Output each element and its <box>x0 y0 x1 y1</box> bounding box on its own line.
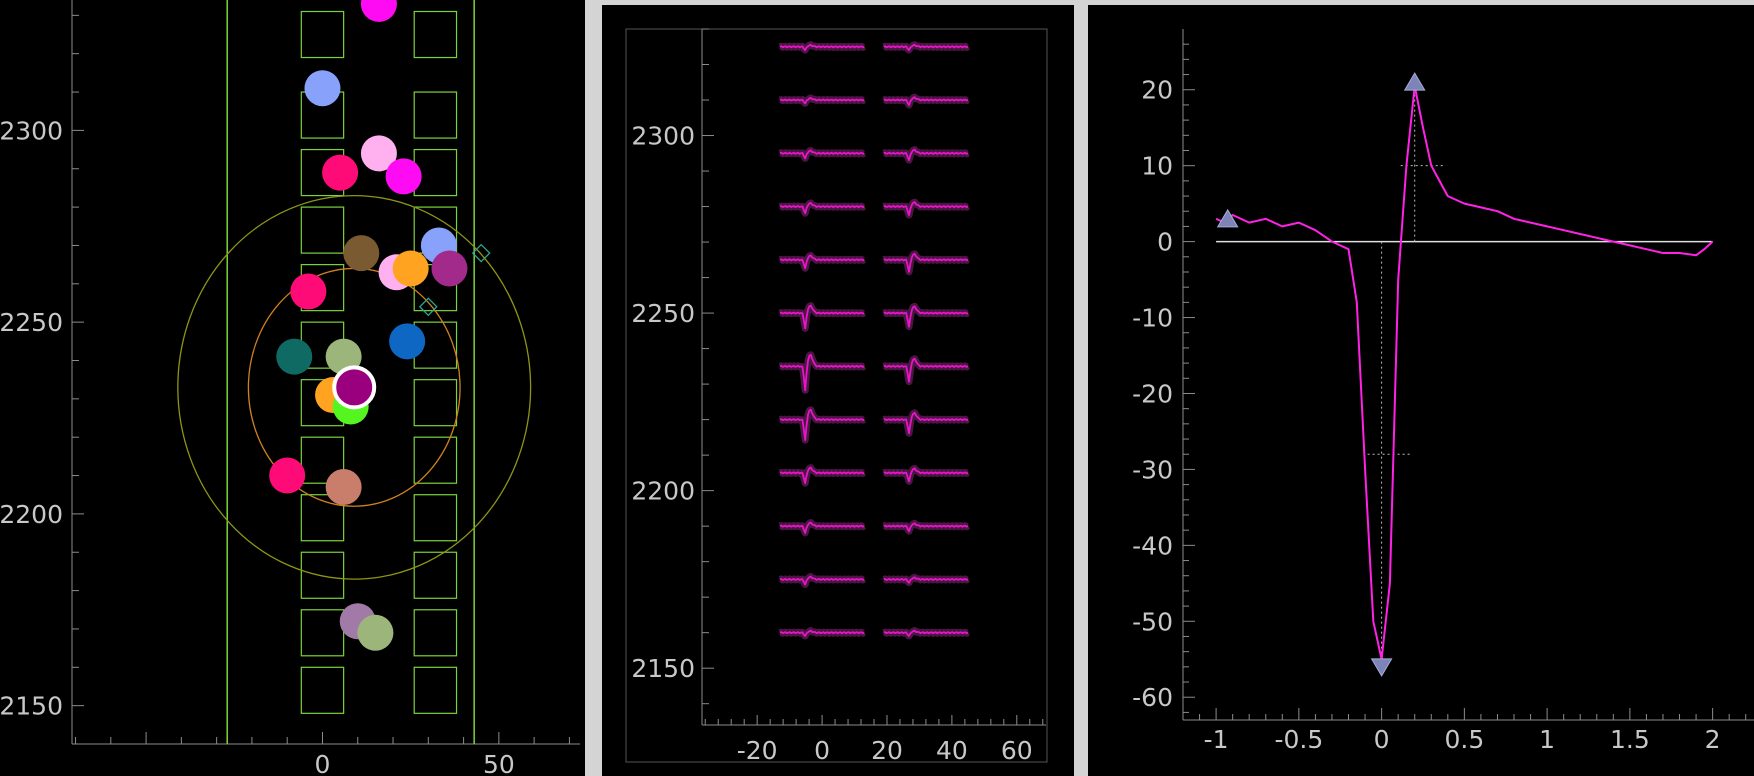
spike-sorting-viewer: 2150 2200 2250 2300 0 50 2150 2200 2250 2300 -20 0… <box>0 0 1754 776</box>
x-tick-label: 0 <box>1374 725 1390 754</box>
recording-site <box>413 10 458 59</box>
y-tick-label: 2150 <box>631 654 695 683</box>
waveform-band <box>777 351 867 394</box>
waveform-band <box>777 251 867 272</box>
recording-site <box>413 436 458 484</box>
y-tick-label: -10 <box>1132 304 1173 333</box>
y-tick-label: -60 <box>1132 683 1173 712</box>
y-tick-label: -40 <box>1132 531 1173 560</box>
waveform-band <box>777 146 867 162</box>
y-tick-label: 2300 <box>0 116 63 145</box>
waveform-band <box>881 198 971 219</box>
template-chart[interactable]: -60 -50 -40 -30 -20 -10 0 10 20 -1 -0.5 0 0.5 1 1.5 2 <box>1088 5 1754 776</box>
waveform-band <box>881 519 971 535</box>
waveform-band <box>881 409 971 437</box>
unit-marker <box>325 469 362 506</box>
y-tick-label: -30 <box>1132 455 1173 484</box>
recording-site <box>413 609 458 657</box>
recording-site <box>300 10 345 59</box>
recording-site <box>300 609 345 657</box>
waveform-band <box>777 302 867 332</box>
template-waveform <box>1215 85 1714 661</box>
y-tick-label: -50 <box>1132 607 1173 636</box>
y-tick-label: 2200 <box>0 500 63 529</box>
probe-map-panel[interactable]: 2150 2200 2250 2300 0 50 <box>0 0 585 776</box>
unit-marker <box>269 457 306 494</box>
peak-marker-up <box>1216 208 1239 228</box>
x-tick-label: 0 <box>814 736 830 765</box>
recording-site <box>413 379 458 427</box>
waveform-band <box>881 146 971 164</box>
template-panel[interactable]: -60 -50 -40 -30 -20 -10 0 10 20 -1 -0.5 0 0.5 1 1.5 2 <box>1088 5 1754 776</box>
waveform-band <box>777 519 867 537</box>
y-tick-label: 2250 <box>631 299 695 328</box>
peak-marker-down <box>1370 658 1393 677</box>
channel-waveform <box>883 357 969 383</box>
unit-marker <box>304 70 341 107</box>
selected-unit-marker <box>332 365 377 410</box>
unit-marker <box>360 0 397 22</box>
channel-waveform <box>779 304 865 330</box>
recording-site <box>300 206 345 254</box>
unit-marker <box>276 338 313 375</box>
recording-site <box>413 551 458 599</box>
y-tick-label: 2200 <box>631 477 695 506</box>
waveform-panel[interactable]: 2150 2200 2250 2300 -20 0 20 40 60 <box>602 5 1074 776</box>
y-tick-label: 10 <box>1141 152 1173 181</box>
waveform-band <box>881 355 971 386</box>
unit-marker <box>343 235 380 272</box>
waveform-chart[interactable]: 2150 2200 2250 2300 -20 0 20 40 60 <box>602 5 1074 776</box>
waveform-band <box>777 199 867 217</box>
probe-map-chart[interactable]: 2150 2200 2250 2300 0 50 <box>0 0 585 776</box>
y-tick-label: -20 <box>1132 379 1173 408</box>
x-tick-label: -1 <box>1204 725 1229 754</box>
channel-waveform <box>779 408 865 441</box>
unit-marker <box>392 250 429 287</box>
unit-marker <box>322 154 359 191</box>
waveform-band <box>777 464 867 487</box>
y-tick-label: 20 <box>1141 76 1173 105</box>
diamond-marker <box>418 297 438 317</box>
waveform-band <box>881 93 971 109</box>
x-tick-label: 1 <box>1539 725 1555 754</box>
unit-marker <box>357 614 394 651</box>
x-tick-label: 20 <box>871 736 903 765</box>
recording-site <box>300 666 345 714</box>
waveform-band <box>881 302 971 331</box>
peak-marker-up <box>1403 72 1426 91</box>
waveform-band <box>777 573 867 588</box>
y-tick-label: 2300 <box>631 122 695 151</box>
x-tick-label: 0.5 <box>1444 725 1484 754</box>
x-tick-label: 1.5 <box>1610 725 1650 754</box>
y-tick-label: 2250 <box>0 308 63 337</box>
unit-marker <box>431 250 468 287</box>
x-tick-label: 0 <box>315 750 331 776</box>
recording-site <box>413 494 458 542</box>
x-tick-label: -0.5 <box>1274 725 1323 754</box>
waveform-band <box>777 406 867 444</box>
unit-marker <box>389 323 426 360</box>
x-tick-label: 2 <box>1705 725 1721 754</box>
unit-marker <box>290 273 327 310</box>
channel-waveform <box>779 353 865 392</box>
recording-site <box>413 666 458 714</box>
y-tick-label: 0 <box>1157 228 1173 257</box>
x-tick-label: 50 <box>483 750 515 776</box>
recording-site <box>300 551 345 599</box>
unit-marker <box>385 158 422 195</box>
waveform-band <box>881 250 971 276</box>
x-tick-label: 60 <box>1001 736 1033 765</box>
recording-site <box>413 91 458 139</box>
waveform-band <box>881 464 971 485</box>
x-tick-label: -20 <box>737 736 778 765</box>
x-tick-label: 40 <box>936 736 968 765</box>
y-tick-label: 2150 <box>0 692 63 721</box>
